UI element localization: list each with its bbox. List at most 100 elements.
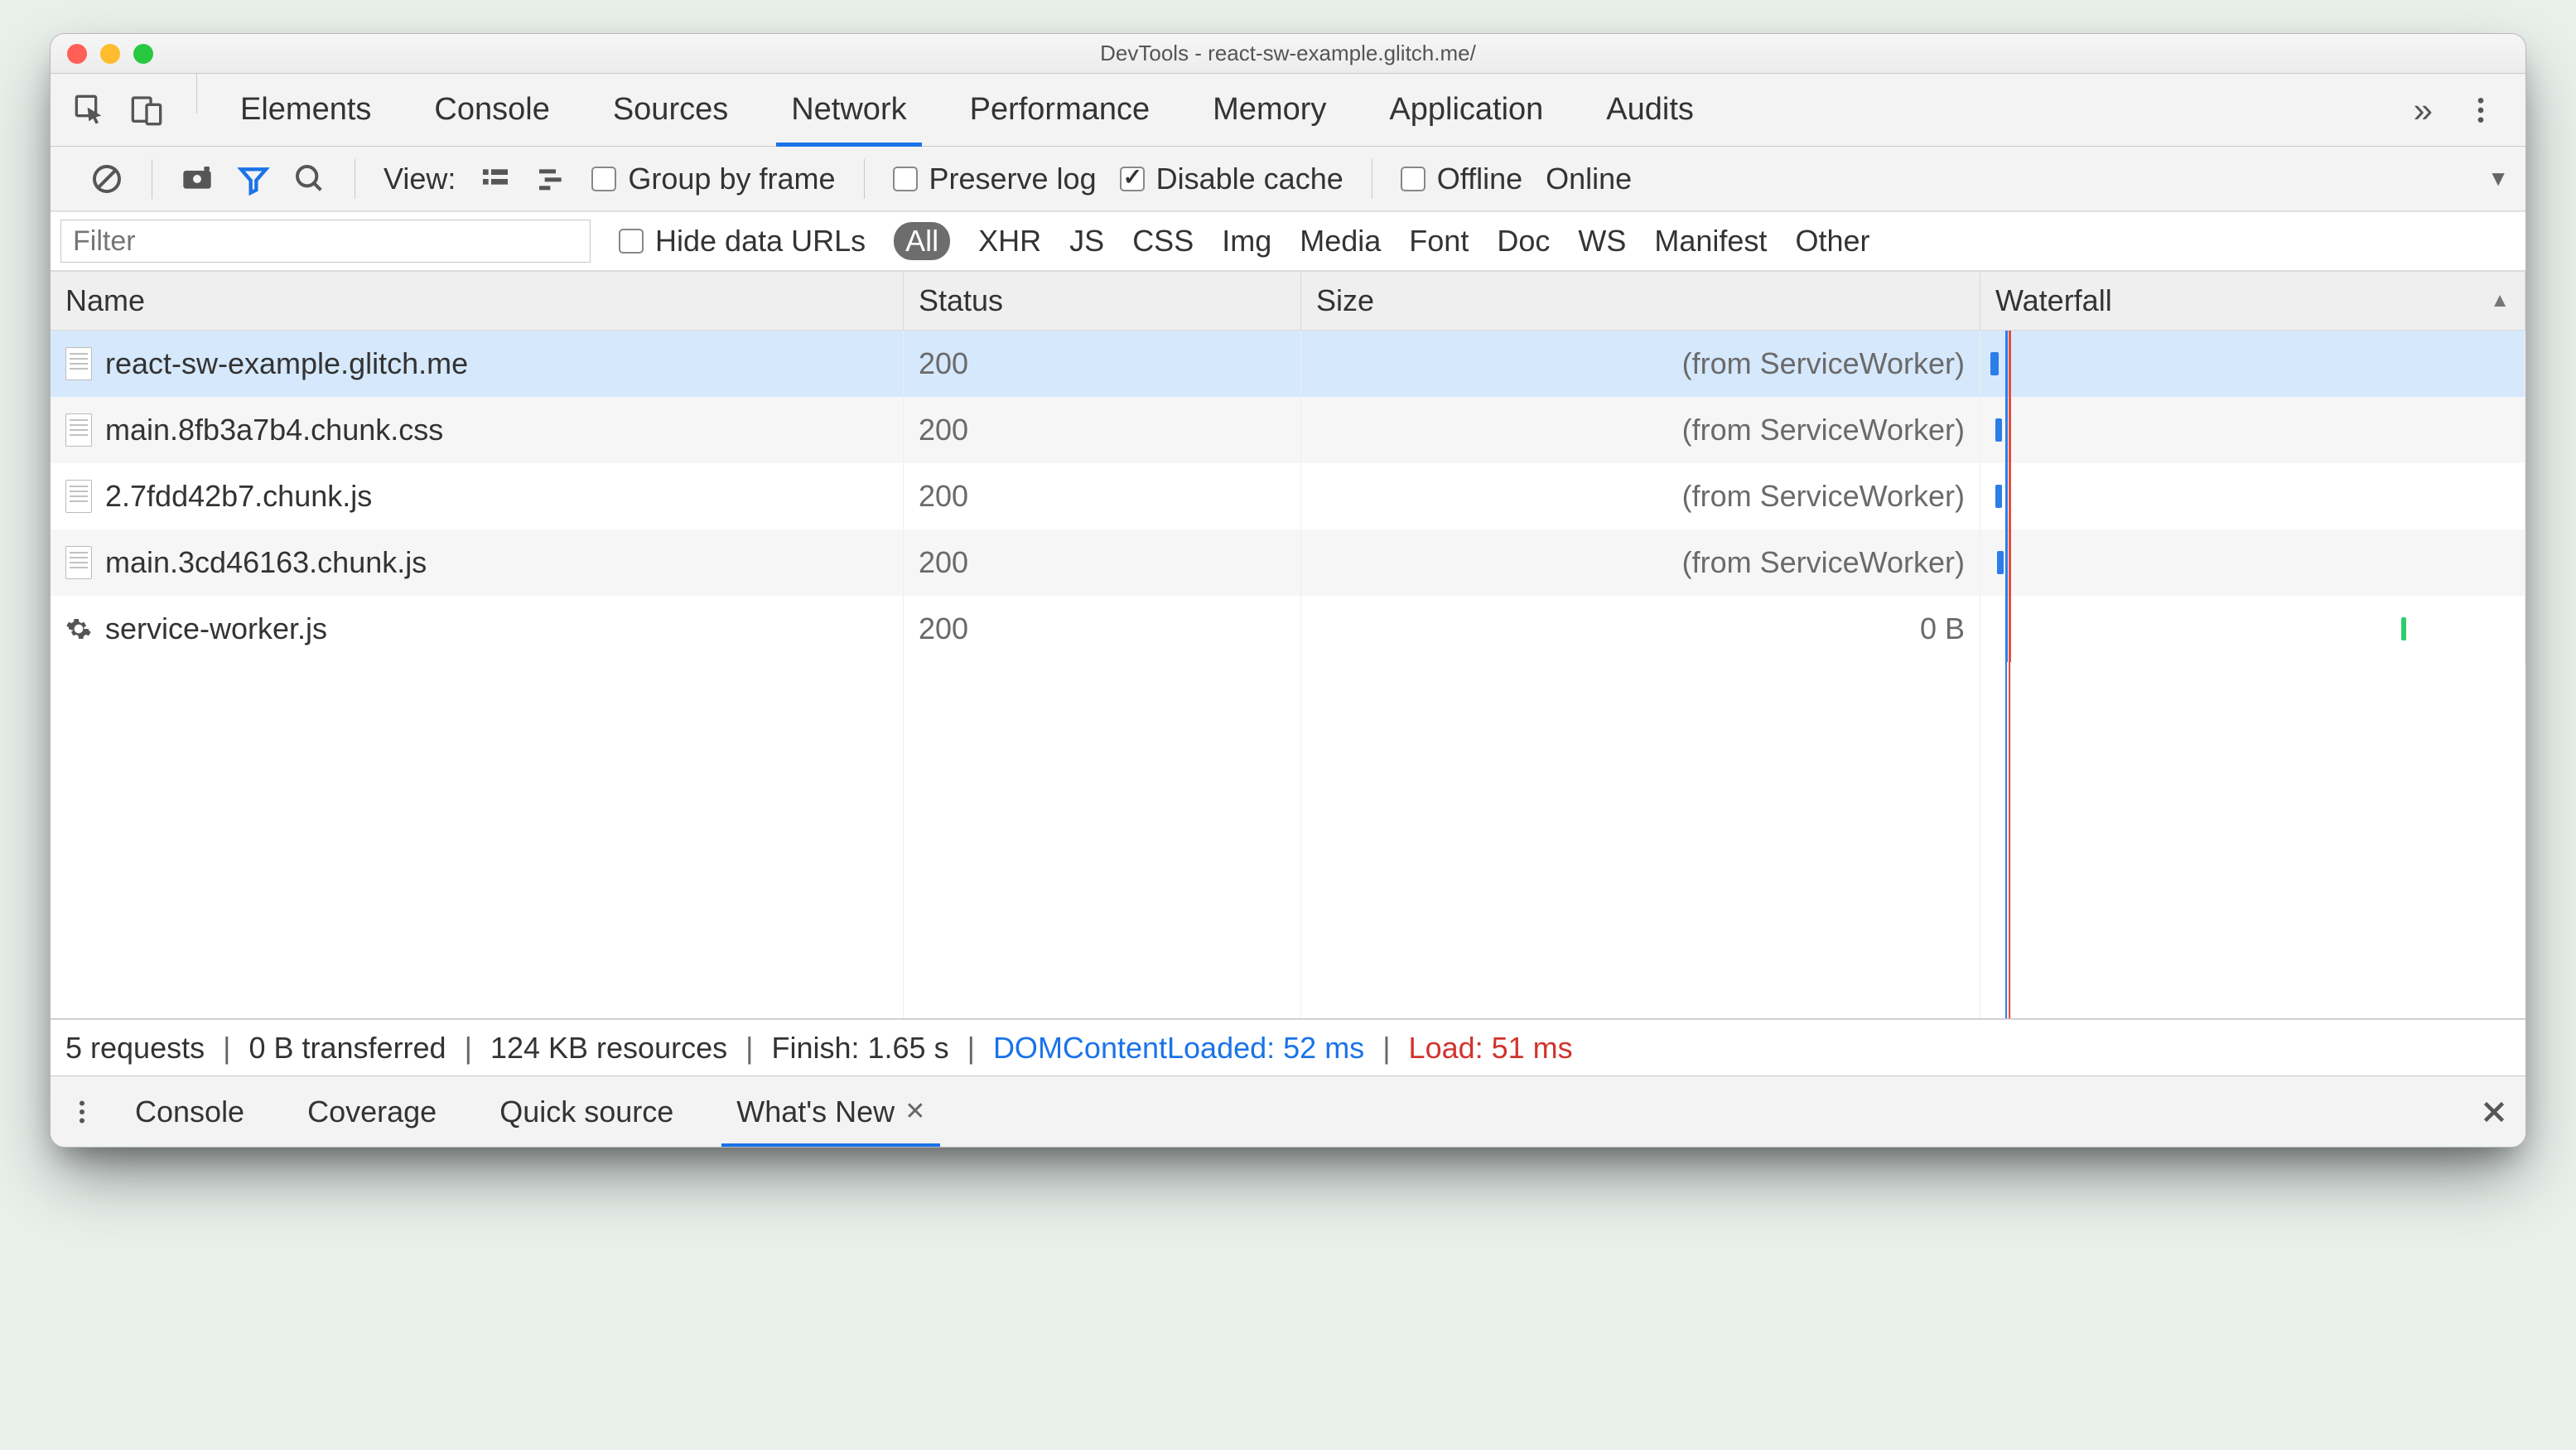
type-filter-img[interactable]: Img [1222,224,1271,259]
checkbox-icon [1401,167,1425,191]
type-filter-js[interactable]: JS [1069,224,1104,259]
table-header: Name Status Size Waterfall [51,271,2525,331]
tab-performance[interactable]: Performance [938,74,1182,146]
tab-console[interactable]: Console [403,74,581,146]
waterfall-bar [1990,352,1999,375]
cell-size: (from ServiceWorker) [1301,463,1980,529]
table-row[interactable]: react-sw-example.glitch.me200(from Servi… [51,331,2525,397]
tab-network[interactable]: Network [760,74,938,146]
throttling-label: Online [1546,162,1632,196]
waterfall-bar [1995,418,2002,442]
offline-checkbox[interactable]: Offline [1401,162,1522,196]
kebab-menu-icon[interactable] [67,1097,97,1127]
cell-name: 2.7fdd42b7.chunk.js [51,463,904,529]
view-label: View: [384,162,456,196]
overview-icon[interactable] [535,162,568,196]
table-row[interactable]: main.3cd46163.chunk.js200(from ServiceWo… [51,529,2525,596]
window-title: DevTools - react-sw-example.glitch.me/ [51,41,2525,66]
table-row[interactable]: service-worker.js 2000 B [51,596,2525,662]
drawer-tab-what-s-new[interactable]: What's New ✕ [705,1076,957,1147]
request-name: react-sw-example.glitch.me [105,346,468,381]
group-by-frame-checkbox[interactable]: Group by frame [591,162,835,196]
cell-size: (from ServiceWorker) [1301,397,1980,463]
tab-label: Memory [1213,92,1326,128]
cell-size: 0 B [1301,596,1980,662]
dropdown-caret-icon[interactable]: ▼ [2487,166,2509,191]
status-requests: 5 requests [65,1031,205,1066]
request-name: 2.7fdd42b7.chunk.js [105,479,372,514]
drawer-tab-console[interactable]: Console [104,1076,276,1147]
more-tabs-icon[interactable]: » [2414,90,2433,130]
filter-input[interactable] [60,220,591,263]
throttling-select[interactable]: Online [1546,162,1632,196]
divider [864,159,865,199]
inspect-element-icon[interactable] [74,94,107,127]
checkbox-label: Disable cache [1156,162,1343,196]
type-filter-xhr[interactable]: XHR [978,224,1041,259]
type-filter-other[interactable]: Other [1795,224,1869,259]
cell-waterfall [1980,397,2525,463]
tab-elements[interactable]: Elements [209,74,403,146]
type-filter-css[interactable]: CSS [1132,224,1194,259]
status-transferred: 0 B transferred [248,1031,446,1066]
cell-name: service-worker.js [51,596,904,662]
minimize-window-icon[interactable] [100,44,120,64]
drawer-tab-quick-source[interactable]: Quick source [468,1076,705,1147]
large-rows-icon[interactable] [479,162,512,196]
type-filter-media[interactable]: Media [1300,224,1381,259]
devtools-window: DevTools - react-sw-example.glitch.me/ E… [50,33,2526,1148]
device-toolbar-icon[interactable] [130,94,163,127]
cell-waterfall [1980,529,2525,596]
screenshot-icon[interactable] [181,162,214,196]
tab-application[interactable]: Application [1358,74,1575,146]
hide-data-urls-checkbox[interactable]: Hide data URLs [619,224,866,259]
tab-label: Network [791,92,906,128]
table-row[interactable]: main.8fb3a7b4.chunk.css200(from ServiceW… [51,397,2525,463]
panel-tabs: ElementsConsoleSources Network Performance… [51,74,2525,147]
document-icon [65,347,92,380]
type-filter-manifest[interactable]: Manifest [1654,224,1767,259]
document-icon [65,413,92,447]
drawer-tab-coverage[interactable]: Coverage [276,1076,468,1147]
type-filter-doc[interactable]: Doc [1497,224,1550,259]
search-icon[interactable] [293,162,326,196]
filter-icon[interactable] [237,162,270,196]
cell-status: 200 [904,596,1301,662]
kebab-menu-icon[interactable] [2464,94,2497,127]
tab-audits[interactable]: Audits [1575,74,1725,146]
column-header-waterfall[interactable]: Waterfall [1980,272,2525,330]
titlebar: DevTools - react-sw-example.glitch.me/ [51,34,2525,74]
table-body: react-sw-example.glitch.me200(from Servi… [51,331,2525,1018]
tab-label: Performance [970,92,1151,128]
drawer-tabs: ConsoleCoverageQuick source What's New ✕ [51,1075,2525,1147]
disable-cache-checkbox[interactable]: Disable cache [1120,162,1343,196]
tab-label: What's New [736,1095,895,1129]
checkbox-icon [893,167,918,191]
checkbox-icon [591,167,616,191]
zoom-window-icon[interactable] [133,44,153,64]
gear-icon [65,612,92,645]
close-icon[interactable] [2479,1097,2509,1127]
preserve-log-checkbox[interactable]: Preserve log [893,162,1097,196]
divider [196,74,197,114]
clear-icon[interactable] [90,162,123,196]
table-row[interactable]: 2.7fdd42b7.chunk.js200(from ServiceWorke… [51,463,2525,529]
close-window-icon[interactable] [67,44,87,64]
waterfall-bar [1995,485,2002,508]
cell-status: 200 [904,331,1301,397]
column-header-status[interactable]: Status [904,272,1301,330]
checkbox-label: Group by frame [628,162,835,196]
cell-size: (from ServiceWorker) [1301,529,1980,596]
status-dcl: DOMContentLoaded: 52 ms [993,1031,1364,1066]
close-icon[interactable]: ✕ [904,1097,925,1126]
tab-memory[interactable]: Memory [1181,74,1358,146]
type-filter-font[interactable]: Font [1409,224,1469,259]
request-name: service-worker.js [105,611,327,646]
type-filter-ws[interactable]: WS [1578,224,1626,259]
tab-sources[interactable]: Sources [581,74,760,146]
column-header-name[interactable]: Name [51,272,904,330]
cell-name: main.3cd46163.chunk.js [51,529,904,596]
type-filter-all[interactable]: All [894,222,950,260]
filter-bar: Hide data URLs All XHR JS CSS Img Media Font Do… [51,211,2525,271]
column-header-size[interactable]: Size [1301,272,1980,330]
